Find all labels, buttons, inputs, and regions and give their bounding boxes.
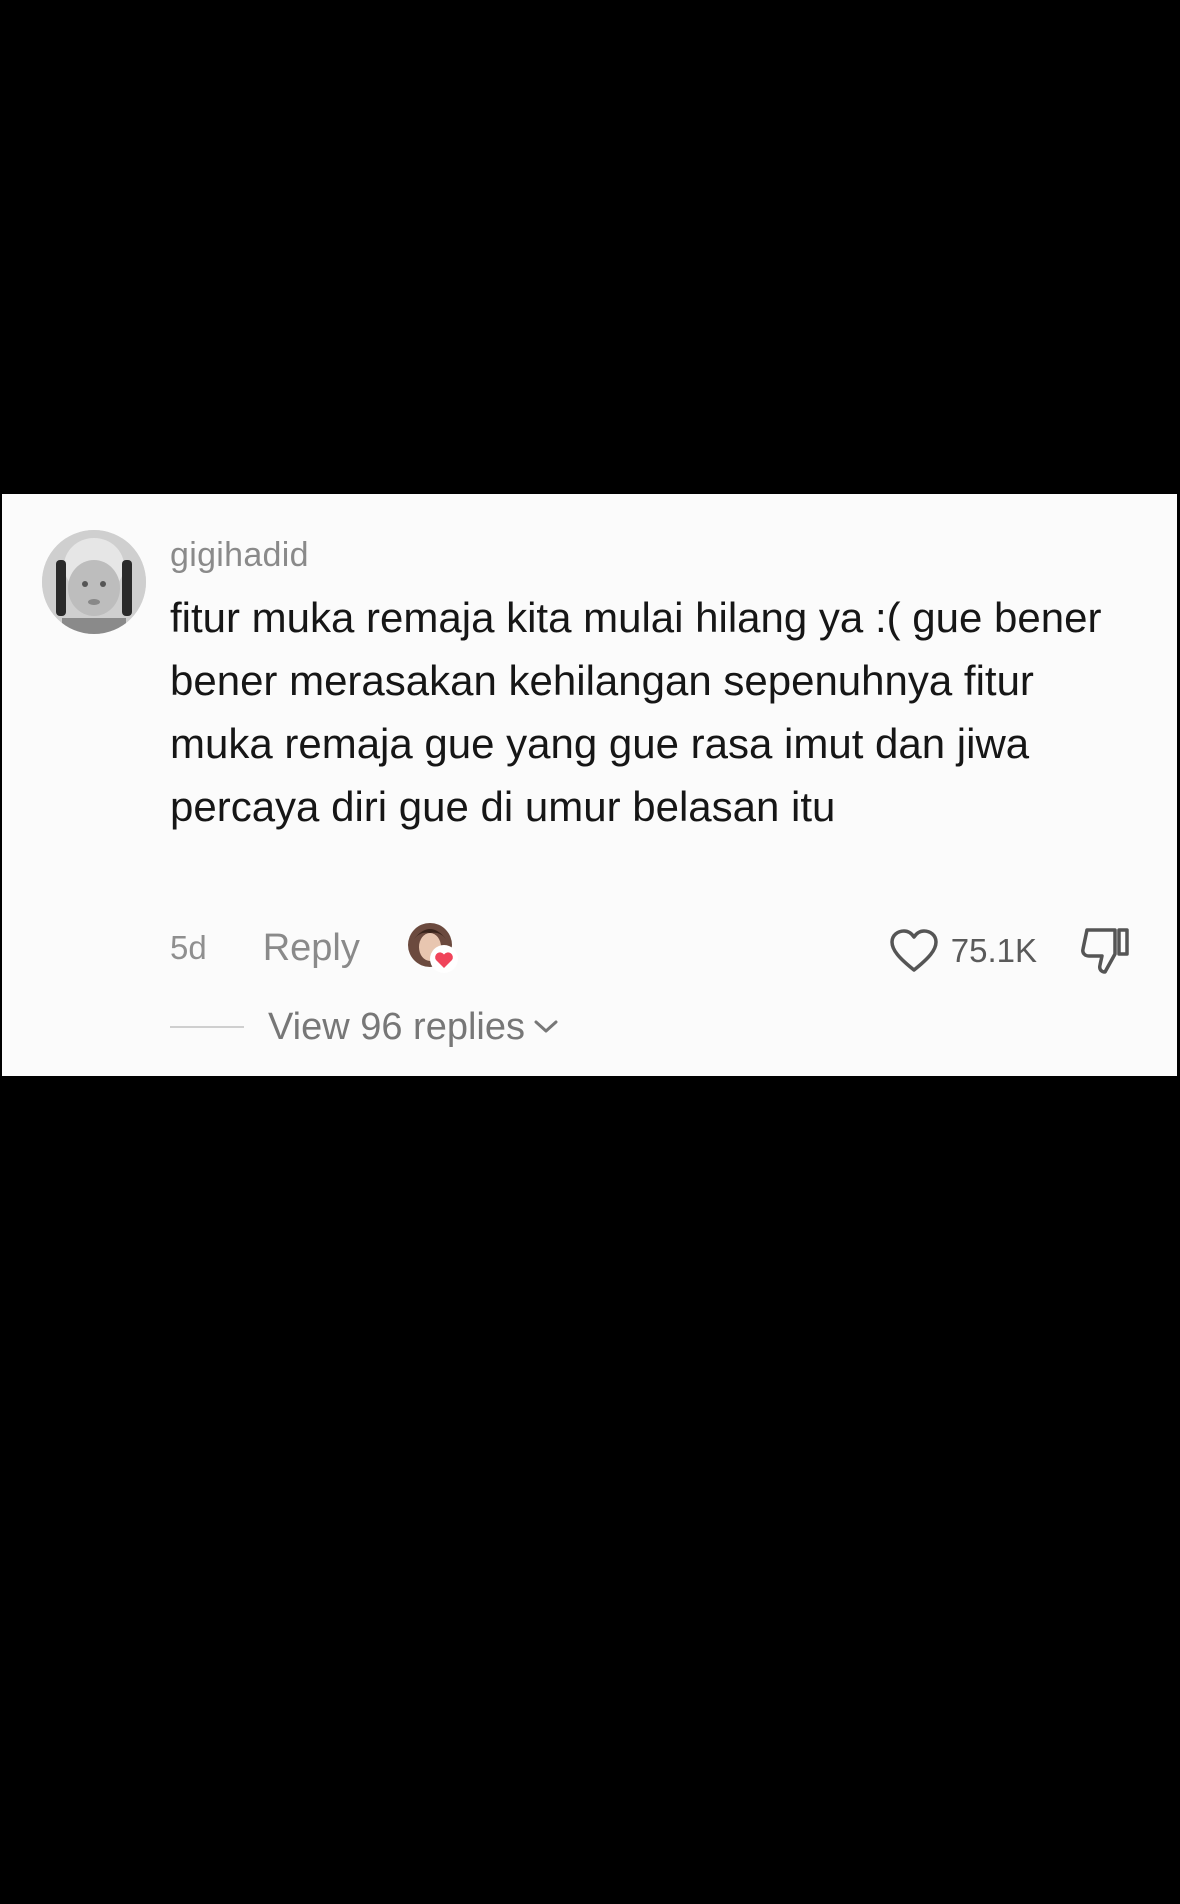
comment-card: gigihadid fitur muka remaja kita mulai h… xyxy=(2,494,1177,1076)
view-replies-button[interactable]: View 96 replies xyxy=(268,1006,559,1049)
view-replies-row: View 96 replies xyxy=(170,1002,559,1052)
like-group[interactable]: 75.1K xyxy=(889,924,1037,978)
chevron-down-icon xyxy=(534,1020,558,1033)
replies-divider xyxy=(170,1026,244,1028)
heart-outline-icon[interactable] xyxy=(889,928,939,974)
comment-time-ago: 5d xyxy=(170,929,207,966)
avatar-image xyxy=(42,530,146,634)
user-avatar[interactable] xyxy=(42,530,146,634)
comment-text: fitur muka remaja kita mulai hilang ya :… xyxy=(170,594,1102,830)
dislike-button[interactable] xyxy=(1077,924,1133,978)
creator-avatar-heart-icon xyxy=(406,921,460,975)
comment-meta-row: 5d Reply xyxy=(170,918,460,978)
comment-username[interactable]: gigihadid xyxy=(170,536,309,575)
view-replies-label: View 96 replies xyxy=(268,1005,526,1048)
reply-button[interactable]: Reply xyxy=(263,927,360,970)
like-count: 75.1K xyxy=(950,932,1037,969)
thumbs-down-icon xyxy=(1081,928,1129,974)
